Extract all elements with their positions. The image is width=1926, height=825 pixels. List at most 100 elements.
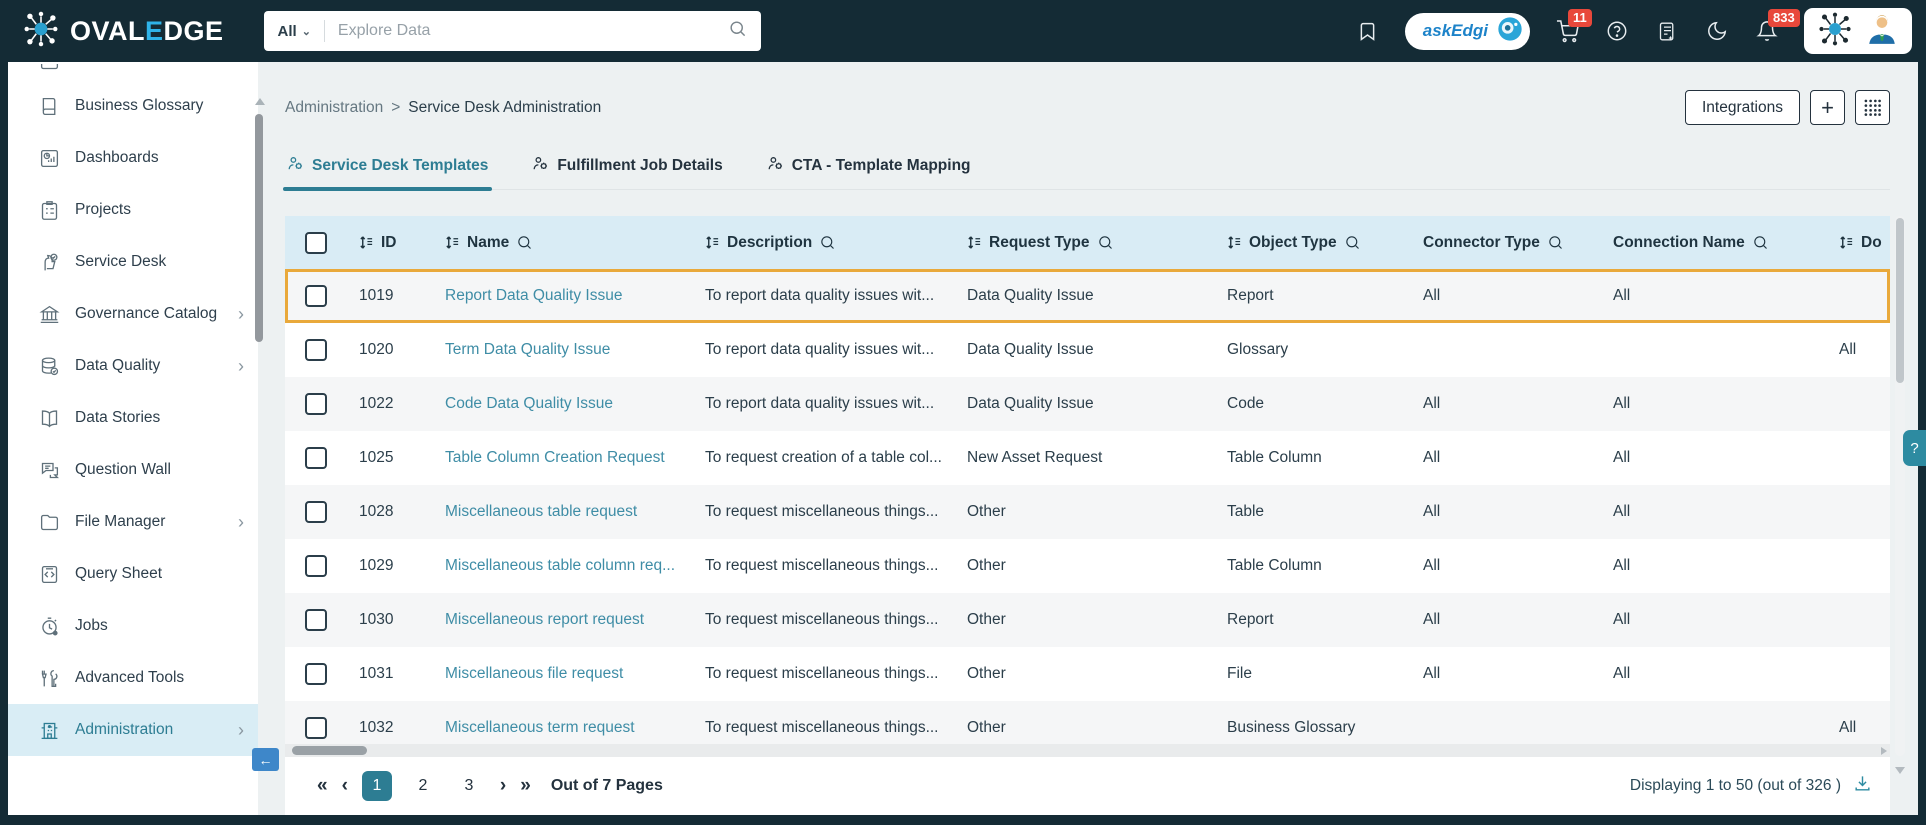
page-2-button[interactable]: 2 <box>408 771 438 801</box>
vertical-scrollbar-thumb[interactable] <box>1896 218 1904 383</box>
sidebar-item-jobs[interactable]: Jobs <box>8 600 258 652</box>
sidebar-item-projects[interactable]: Projects <box>8 184 258 236</box>
cell-object_type: Report <box>1227 287 1274 304</box>
sidebar-item-data-quality[interactable]: Data Quality › <box>8 340 258 392</box>
row-checkbox[interactable] <box>305 501 327 523</box>
column-header-do: Do <box>1829 234 1890 252</box>
vertical-scrollbar[interactable] <box>1895 216 1905 774</box>
scroll-right-arrow-icon[interactable] <box>1881 747 1887 755</box>
tab-cta-template-mapping[interactable]: CTA - Template Mapping <box>765 151 973 189</box>
column-search-icon[interactable] <box>1344 234 1361 251</box>
cell-name[interactable]: Report Data Quality Issue <box>435 287 695 305</box>
add-button[interactable]: + <box>1810 90 1845 125</box>
sidebar-item-question-wall[interactable]: Question Wall <box>8 444 258 496</box>
release-notes-icon[interactable] <box>1654 18 1680 44</box>
sidebar-item-partial[interactable] <box>8 64 258 80</box>
sidebar-item-data-stories[interactable]: Data Stories <box>8 392 258 444</box>
download-icon[interactable] <box>1853 774 1872 798</box>
column-search-icon[interactable] <box>516 234 533 251</box>
breadcrumb-parent[interactable]: Administration <box>285 99 383 117</box>
sidebar-item-label: Jobs <box>75 617 108 634</box>
row-checkbox[interactable] <box>305 717 327 739</box>
sort-icon[interactable] <box>705 235 720 250</box>
cell-name[interactable]: Table Column Creation Request <box>435 449 695 467</box>
sidebar-item-file-manager[interactable]: File Manager › <box>8 496 258 548</box>
cell-id: 1025 <box>359 449 394 466</box>
cart-icon[interactable]: 11 <box>1554 9 1592 44</box>
search-scope-dropdown[interactable]: All ⌄ <box>278 23 311 40</box>
sort-icon[interactable] <box>1227 235 1242 250</box>
user-avatar[interactable] <box>1865 12 1899 51</box>
sort-icon[interactable] <box>1839 235 1854 250</box>
sort-icon[interactable] <box>445 235 460 250</box>
search-input[interactable]: Explore Data <box>338 22 728 40</box>
ovaledge-app-icon[interactable] <box>1817 11 1853 52</box>
sidebar-item-dashboards[interactable]: Dashboards <box>8 132 258 184</box>
floating-help-button[interactable]: ? <box>1903 430 1926 466</box>
cell-connection_name: All <box>1613 287 1631 304</box>
sort-icon[interactable] <box>359 235 374 250</box>
cell-name[interactable]: Miscellaneous table column req... <box>435 557 695 575</box>
next-page-button[interactable]: › <box>500 775 506 797</box>
bookmark-icon[interactable] <box>1355 18 1381 44</box>
row-checkbox[interactable] <box>305 555 327 577</box>
row-checkbox[interactable] <box>305 393 327 415</box>
askedgi-button[interactable]: askEdgi <box>1404 12 1530 50</box>
cell-description: To report data quality issues wit... <box>705 341 935 358</box>
cell-name[interactable]: Miscellaneous report request <box>435 611 695 629</box>
row-checkbox[interactable] <box>305 339 327 361</box>
first-page-button[interactable]: « <box>317 775 327 797</box>
row-checkbox[interactable] <box>305 285 327 307</box>
cell-request_type: Other <box>967 503 1006 520</box>
sidebar-item-governance-catalog[interactable]: Governance Catalog › <box>8 288 258 340</box>
column-search-icon[interactable] <box>1097 234 1114 251</box>
cell-name[interactable]: Term Data Quality Issue <box>435 341 695 359</box>
sidebar-scrollbar-thumb[interactable] <box>255 114 263 342</box>
sidebar-item-query-sheet[interactable]: Query Sheet <box>8 548 258 600</box>
cell-name[interactable]: Miscellaneous table request <box>435 503 695 521</box>
brand-logo[interactable]: OVALEDGE <box>22 10 224 53</box>
column-search-icon[interactable] <box>819 234 836 251</box>
page-1-button[interactable]: 1 <box>361 771 392 801</box>
row-checkbox-cell <box>285 393 349 415</box>
sidebar-item-administration[interactable]: Administration › <box>8 704 258 756</box>
scroll-down-arrow-icon[interactable] <box>1895 767 1905 774</box>
row-checkbox[interactable] <box>305 663 327 685</box>
cell-request_type: Other <box>967 611 1006 628</box>
notifications-bell-icon[interactable]: 833 <box>1754 9 1800 44</box>
row-checkbox[interactable] <box>305 609 327 631</box>
select-all-checkbox[interactable] <box>305 231 327 254</box>
tab-fulfillment-job-details[interactable]: Fulfillment Job Details <box>530 151 724 189</box>
help-icon[interactable] <box>1604 18 1630 44</box>
integrations-button[interactable]: Integrations <box>1685 90 1800 125</box>
horizontal-scrollbar[interactable] <box>285 744 1890 757</box>
tab-service-desk-templates[interactable]: Service Desk Templates <box>282 151 493 191</box>
book-icon <box>38 95 60 117</box>
row-checkbox[interactable] <box>305 447 327 469</box>
last-page-button[interactable]: » <box>520 775 530 797</box>
sidebar-item-business-glossary[interactable]: Business Glossary <box>8 80 258 132</box>
search-icon[interactable] <box>728 19 747 43</box>
cell-description: To request miscellaneous things... <box>705 503 939 520</box>
sidebar-collapse-button[interactable]: ← <box>252 748 279 771</box>
page-3-button[interactable]: 3 <box>454 771 484 801</box>
column-search-icon[interactable] <box>1547 234 1564 251</box>
cell-name[interactable]: Miscellaneous file request <box>435 665 695 683</box>
cell-name[interactable]: Code Data Quality Issue <box>435 395 695 413</box>
sidebar-item-advanced-tools[interactable]: Advanced Tools <box>8 652 258 704</box>
table-row: 1031 Miscellaneous file request To request… <box>285 647 1890 701</box>
scroll-up-arrow-icon[interactable] <box>255 98 265 105</box>
previous-page-button[interactable]: ‹ <box>342 775 348 797</box>
dark-mode-moon-icon[interactable] <box>1704 18 1730 44</box>
cell-name[interactable]: Miscellaneous term request <box>435 719 695 737</box>
horizontal-scrollbar-thumb[interactable] <box>292 746 367 755</box>
sort-icon[interactable] <box>967 235 982 250</box>
cell-object_type: Table Column <box>1227 557 1322 574</box>
templates-table: ID Name Description Request Type Object Type… <box>285 216 1905 815</box>
column-label: Request Type <box>989 233 1090 251</box>
stopwatch-icon <box>38 615 60 637</box>
table-row: 1019 Report Data Quality Issue To report d… <box>285 269 1890 323</box>
sidebar-item-service-desk[interactable]: Service Desk <box>8 236 258 288</box>
grid-menu-button[interactable] <box>1855 90 1890 125</box>
column-search-icon[interactable] <box>1752 234 1769 251</box>
